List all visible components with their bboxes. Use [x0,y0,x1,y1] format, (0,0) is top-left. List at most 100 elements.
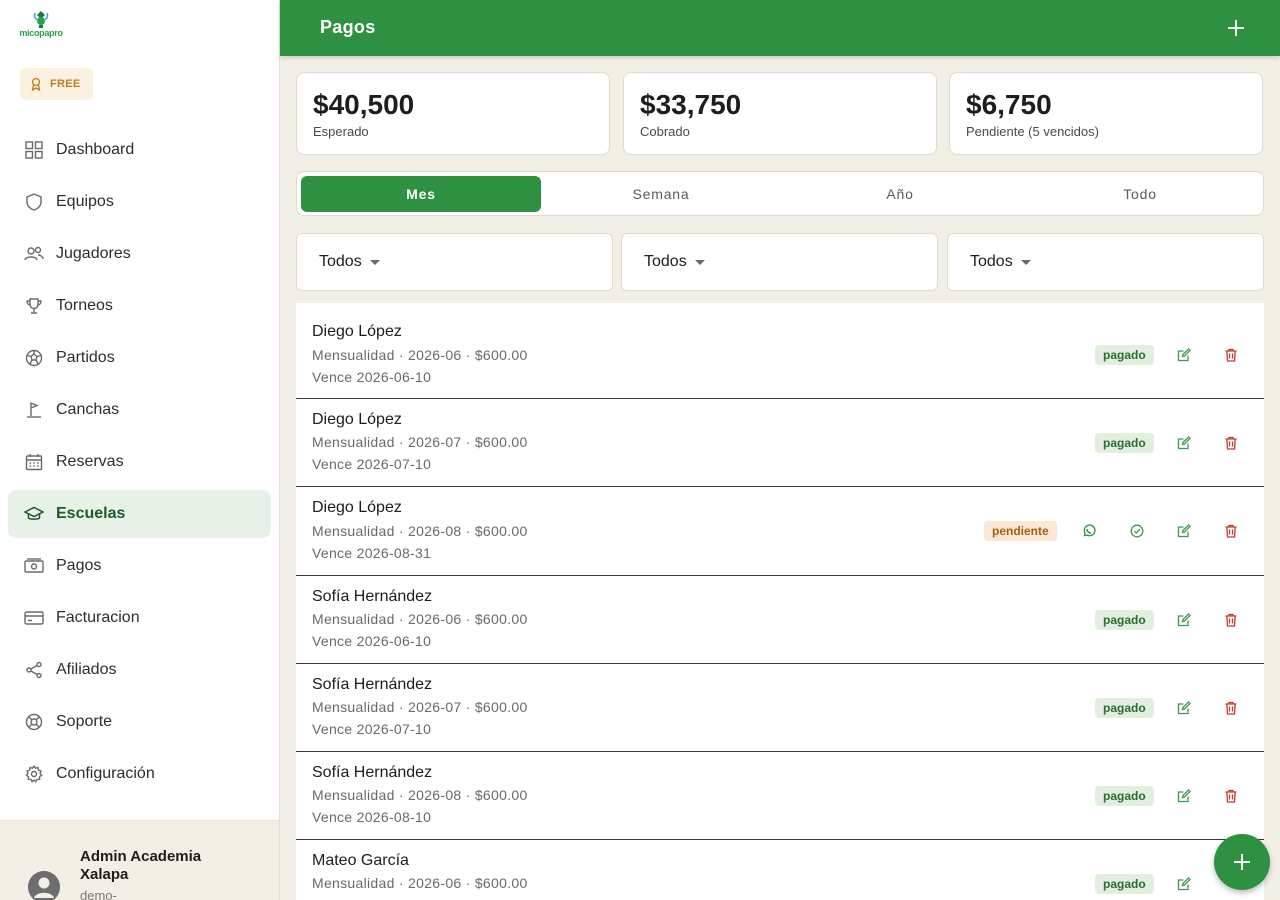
users-icon [24,244,44,264]
list-item[interactable]: Diego López Mensualidad · 2026-08 · $600… [296,487,1264,576]
fab-add-payment-button[interactable] [1214,834,1270,890]
payment-detail: Mensualidad · 2026-06 · $600.00 [312,875,528,891]
summary-amount: $40,500 [313,89,415,120]
list-item[interactable]: Diego López Mensualidad · 2026-07 · $600… [296,399,1264,487]
sidebar-item-afiliados[interactable]: Afiliados [8,646,271,694]
list-item[interactable]: Sofía Hernández Mensualidad · 2026-07 · … [296,664,1264,752]
tab-semana[interactable]: Semana [541,176,781,212]
avatar[interactable] [28,871,60,900]
whatsapp-icon [1083,524,1096,537]
tab-todo[interactable]: Todo [1020,176,1260,212]
payment-detail: Mensualidad · 2026-08 · $600.00 [312,523,528,539]
filter-select-1[interactable]: Todos [296,233,613,291]
status-badge: pendiente [984,521,1057,541]
whatsapp-button[interactable] [1077,519,1101,543]
summary-caption: Cobrado [640,124,690,139]
sidebar-item-soporte[interactable]: Soporte [8,698,271,746]
check-circle-icon [1130,524,1144,538]
sidebar-item-torneos[interactable]: Torneos [8,282,271,330]
sidebar-item-jugadores[interactable]: Jugadores [8,230,271,278]
payment-detail: Mensualidad · 2026-07 · $600.00 [312,434,528,450]
sidebar-item-label: Pagos [56,557,102,574]
payer-name: Sofía Hernández [312,764,433,781]
edit-icon [1177,524,1191,538]
delete-button[interactable] [1219,431,1243,455]
page-title: Pagos [320,17,376,37]
sidebar-item-escuelas[interactable]: Escuelas [8,490,271,538]
trash-icon [1225,789,1237,803]
list-item[interactable]: Diego López Mensualidad · 2026-06 · $600… [296,303,1264,399]
trash-icon [1225,701,1237,715]
sidebar-item-label: Reservas [56,453,124,470]
payment-due: Vence 2026-08-10 [312,809,432,825]
sidebar-item-label: Soporte [56,713,113,730]
mark-paid-button[interactable] [1125,519,1149,543]
delete-button[interactable] [1219,608,1243,632]
payment-due: Vence 2026-07-10 [312,721,432,737]
payer-name: Sofía Hernández [312,676,433,693]
delete-button[interactable] [1219,343,1243,367]
add-button[interactable] [1224,16,1248,40]
edit-button[interactable] [1172,431,1196,455]
list-item[interactable]: Mateo García Mensualidad · 2026-06 · $60… [296,840,1264,900]
calendar-icon [24,452,44,472]
filter-value: Todos [319,253,362,270]
edit-button[interactable] [1172,872,1196,896]
delete-button[interactable] [1219,519,1243,543]
summary-amount: $33,750 [640,89,742,120]
payment-detail: Mensualidad · 2026-08 · $600.00 [312,787,528,803]
sidebar-item-equipos[interactable]: Equipos [8,178,271,226]
plus-icon [1228,20,1244,36]
payer-name: Mateo García [312,852,409,869]
payer-name: Diego López [312,411,402,428]
trash-icon [1225,524,1237,538]
delete-button[interactable] [1219,784,1243,808]
sidebar-item-label: Partidos [56,349,115,366]
sidebar-item-canchas[interactable]: Canchas [8,386,271,434]
payments-list: Diego López Mensualidad · 2026-06 · $600… [296,303,1264,900]
list-item[interactable]: Sofía Hernández Mensualidad · 2026-06 · … [296,576,1264,664]
filter-select-3[interactable]: Todos [947,233,1264,291]
grid-icon [24,140,44,160]
edit-button[interactable] [1172,519,1196,543]
status-badge: pagado [1095,698,1154,718]
edit-button[interactable] [1172,784,1196,808]
sidebar-item-dashboard[interactable]: Dashboard [8,126,271,174]
edit-button[interactable] [1172,608,1196,632]
sidebar-item-label: Afiliados [56,661,117,678]
tab-mes[interactable]: Mes [301,176,541,212]
sidebar-item-facturacion[interactable]: Facturacion [8,594,271,642]
delete-button[interactable] [1219,696,1243,720]
edit-icon [1177,789,1191,803]
filter-select-2[interactable]: Todos [621,233,938,291]
plan-badge[interactable]: FREE [20,68,93,100]
soccer-ball-icon [24,348,44,368]
list-item[interactable]: Sofía Hernández Mensualidad · 2026-08 · … [296,752,1264,840]
payment-detail: Mensualidad · 2026-06 · $600.00 [312,347,528,363]
sidebar-item-configuracion[interactable]: Configuración [8,750,271,798]
edit-button[interactable] [1172,696,1196,720]
sidebar-item-reservas[interactable]: Reservas [8,438,271,486]
sidebar: micopapro FREE Dashboard Equipos Jugador… [0,0,280,900]
sidebar-item-partidos[interactable]: Partidos [8,334,271,382]
graduation-cap-icon [24,504,44,524]
sidebar-item-label: Facturacion [56,609,140,626]
sidebar-item-label: Canchas [56,401,120,418]
caret-down-icon [1020,259,1031,265]
edit-icon [1177,613,1191,627]
sidebar-item-pagos[interactable]: Pagos [8,542,271,590]
logo-icon [33,11,49,28]
tab-ano[interactable]: Año [780,176,1020,212]
plus-icon [1234,854,1250,870]
trash-icon [1225,348,1237,362]
user-icon [28,871,60,900]
sidebar-nav: Dashboard Equipos Jugadores Torneos Part… [8,126,271,802]
sidebar-item-label: Torneos [56,297,113,314]
brand-logo[interactable]: micopapro [16,8,66,44]
lifebuoy-icon [24,712,44,732]
logo-text: micopapro [19,28,63,38]
filter-value: Todos [644,253,687,270]
edit-button[interactable] [1172,343,1196,367]
user-panel[interactable]: Admin Academia Xalapa demo- [0,820,279,900]
status-badge: pagado [1095,345,1154,365]
